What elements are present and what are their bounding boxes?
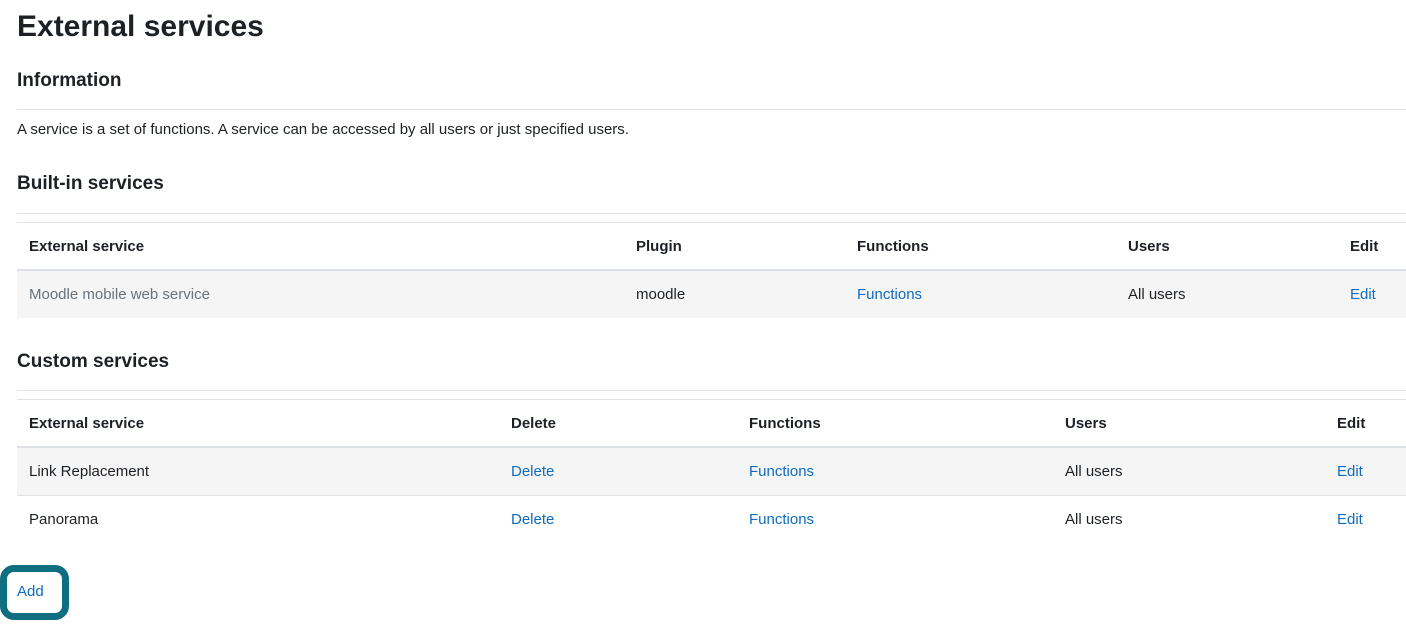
table-header-row: External service Delete Functions Users … bbox=[17, 399, 1406, 448]
custom-services-divider bbox=[17, 390, 1406, 391]
table-row: Moodle mobile web service moodle Functio… bbox=[17, 270, 1406, 318]
information-heading: Information bbox=[17, 70, 122, 91]
custom-services-heading: Custom services bbox=[17, 351, 170, 372]
column-header-functions: Functions bbox=[737, 399, 1053, 448]
column-header-external-service: External service bbox=[17, 222, 624, 271]
edit-link[interactable]: Edit bbox=[1337, 511, 1363, 528]
service-name: Link Replacement bbox=[17, 447, 499, 496]
column-header-delete: Delete bbox=[499, 399, 737, 448]
table-header-row: External service Plugin Functions Users … bbox=[17, 222, 1406, 271]
column-header-external-service: External service bbox=[17, 399, 499, 448]
table-row: Link Replacement Delete Functions All us… bbox=[17, 447, 1406, 496]
service-name: Moodle mobile web service bbox=[17, 270, 624, 318]
delete-cell: Delete bbox=[499, 495, 737, 543]
plugin-name: moodle bbox=[624, 270, 845, 318]
users-value: All users bbox=[1116, 270, 1338, 318]
column-header-edit: Edit bbox=[1325, 399, 1406, 448]
custom-services-table: External service Delete Functions Users … bbox=[17, 399, 1406, 543]
builtin-services-table: External service Plugin Functions Users … bbox=[17, 222, 1406, 318]
information-text: A service is a set of functions. A servi… bbox=[17, 121, 629, 138]
delete-link[interactable]: Delete bbox=[511, 463, 554, 480]
column-header-users: Users bbox=[1053, 399, 1325, 448]
information-divider bbox=[17, 109, 1406, 110]
functions-link[interactable]: Functions bbox=[857, 286, 922, 303]
edit-cell: Edit bbox=[1325, 495, 1406, 543]
functions-cell: Functions bbox=[737, 495, 1053, 543]
add-link-highlight: Add bbox=[0, 565, 69, 620]
functions-link[interactable]: Functions bbox=[749, 511, 814, 528]
column-header-users: Users bbox=[1116, 222, 1338, 271]
functions-cell: Functions bbox=[845, 270, 1116, 318]
edit-cell: Edit bbox=[1338, 270, 1406, 318]
functions-cell: Functions bbox=[737, 447, 1053, 496]
column-header-edit: Edit bbox=[1338, 222, 1406, 271]
page-title: External services bbox=[17, 10, 264, 43]
table-row: Panorama Delete Functions All users Edit bbox=[17, 495, 1406, 543]
add-link[interactable]: Add bbox=[17, 583, 44, 601]
column-header-functions: Functions bbox=[845, 222, 1116, 271]
users-value: All users bbox=[1053, 447, 1325, 496]
column-header-plugin: Plugin bbox=[624, 222, 845, 271]
builtin-services-heading: Built-in services bbox=[17, 173, 164, 194]
edit-link[interactable]: Edit bbox=[1350, 286, 1376, 303]
delete-link[interactable]: Delete bbox=[511, 511, 554, 528]
service-name: Panorama bbox=[17, 495, 499, 543]
edit-cell: Edit bbox=[1325, 447, 1406, 496]
edit-link[interactable]: Edit bbox=[1337, 463, 1363, 480]
users-value: All users bbox=[1053, 495, 1325, 543]
functions-link[interactable]: Functions bbox=[749, 463, 814, 480]
builtin-services-divider bbox=[17, 213, 1406, 214]
delete-cell: Delete bbox=[499, 447, 737, 496]
